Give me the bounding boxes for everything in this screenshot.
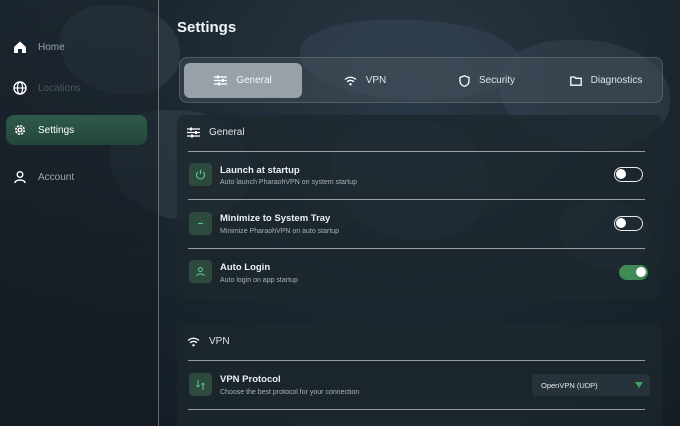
sidebar-item-account[interactable]: Account (6, 162, 147, 192)
sliders-icon (214, 75, 228, 86)
setting-description: Auto launch PharaohVPN on system startup (220, 179, 357, 186)
globe-icon (12, 80, 28, 96)
setting-title: Minimize to System Tray (220, 213, 331, 224)
settings-main: Settings General VPN Security Diagnostic… (160, 0, 680, 426)
general-heading: General (187, 127, 245, 138)
tab-vpn[interactable]: VPN (306, 63, 424, 98)
wifi-icon (187, 337, 200, 347)
tab-label: Security (478, 75, 516, 86)
divider (188, 409, 645, 410)
user-icon (189, 260, 212, 283)
toggle-knob (616, 169, 626, 179)
divider (188, 248, 645, 249)
divider (188, 199, 645, 200)
toggle-knob (636, 267, 646, 277)
tab-label: Diagnostics (590, 75, 643, 86)
sidebar: Home Locations Settings Account (0, 0, 159, 426)
setting-title: VPN Protocol (220, 374, 281, 385)
shield-icon (459, 74, 470, 87)
select-value: OpenVPN (UDP) (541, 380, 598, 390)
sidebar-item-label: Account (38, 171, 75, 183)
general-card: General Launch at startup Auto launch Ph… (177, 115, 662, 300)
auto-login-toggle[interactable] (619, 265, 648, 280)
tab-label: General (236, 75, 272, 86)
tab-label: VPN (365, 75, 387, 86)
sidebar-item-home[interactable]: Home (6, 32, 147, 62)
setting-description: Choose the best protocol for your connec… (220, 389, 360, 396)
vpn-protocol-select[interactable]: OpenVPN (UDP) (532, 374, 650, 396)
sidebar-item-locations[interactable]: Locations (6, 73, 147, 103)
sidebar-item-label: Home (38, 41, 65, 53)
setting-description: Minimize PharaohVPN on auto startup (220, 228, 340, 235)
home-icon (12, 39, 28, 55)
user-icon (12, 169, 28, 185)
setting-description: Auto login on app startup (220, 277, 298, 284)
toggle-knob (616, 218, 626, 228)
divider (188, 360, 645, 361)
tab-diagnostics[interactable]: Diagnostics (550, 63, 662, 98)
divider (188, 151, 645, 152)
sidebar-item-settings[interactable]: Settings (6, 115, 147, 145)
vpn-card: VPN VPN Protocol Choose the best protoco… (177, 324, 662, 426)
gear-icon (12, 122, 28, 138)
launch-at-startup-toggle[interactable] (614, 167, 643, 182)
settings-tabs: General VPN Security Diagnostics (179, 57, 663, 103)
setting-title: Launch at startup (220, 165, 300, 176)
minimize-icon (189, 212, 212, 235)
chevron-down-icon (635, 382, 643, 388)
minimize-to-tray-toggle[interactable] (614, 216, 643, 231)
sidebar-item-label: Locations (38, 82, 81, 94)
page-title: Settings (177, 19, 237, 36)
tab-security[interactable]: Security (428, 63, 546, 98)
vpn-heading: VPN (187, 336, 230, 347)
tab-general[interactable]: General (184, 63, 302, 98)
sidebar-item-label: Settings (38, 124, 75, 136)
wifi-icon (344, 76, 357, 86)
folder-icon (569, 75, 582, 86)
setting-title: Auto Login (220, 262, 271, 273)
power-icon (189, 163, 212, 186)
section-title: General (209, 127, 245, 138)
protocol-icon (189, 373, 212, 396)
sliders-icon (187, 127, 200, 138)
section-title: VPN (209, 336, 230, 347)
